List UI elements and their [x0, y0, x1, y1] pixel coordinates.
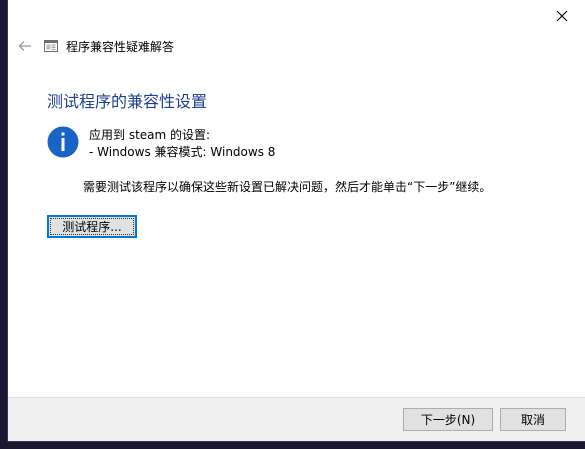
- info-icon: [47, 126, 79, 158]
- page-heading: 测试程序的兼容性设置: [47, 92, 208, 111]
- compatibility-mode-value: - Windows 兼容模式: Windows 8: [89, 145, 276, 159]
- back-arrow-icon: [18, 41, 31, 51]
- navigation-bar: 程序兼容性疑难解答: [14, 36, 174, 56]
- back-button[interactable]: [14, 36, 36, 56]
- close-icon: [556, 10, 568, 22]
- next-button[interactable]: 下一步(N): [403, 408, 493, 431]
- test-program-button[interactable]: 测试程序...: [47, 215, 137, 238]
- footer-bar: 下一步(N) 取消: [8, 397, 585, 441]
- nav-title: 程序兼容性疑难解答: [66, 39, 175, 54]
- troubleshooter-window: 程序兼容性疑难解答 测试程序的兼容性设置 应用到 steam 的设置: - Wi…: [8, 0, 585, 441]
- cancel-button[interactable]: 取消: [500, 408, 566, 431]
- applied-to-label: 应用到 steam 的设置:: [89, 128, 211, 142]
- compatibility-troubleshooter-icon: [44, 39, 58, 53]
- close-button[interactable]: [539, 0, 585, 32]
- instruction-text: 需要测试该程序以确保这些新设置已解决问题，然后才能单击“下一步”继续。: [83, 180, 492, 194]
- settings-summary: 应用到 steam 的设置: - Windows 兼容模式: Windows 8: [89, 127, 275, 161]
- focus-rectangle: [50, 218, 134, 235]
